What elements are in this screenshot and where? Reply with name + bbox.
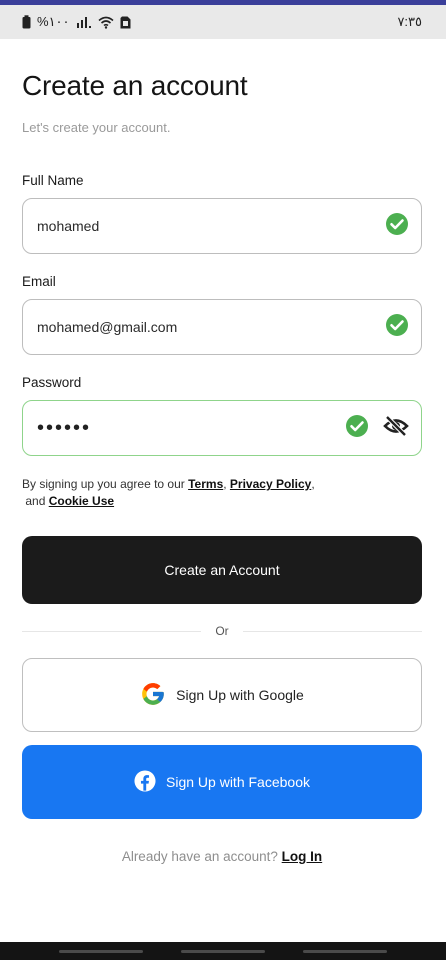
password-icons xyxy=(345,414,409,443)
terms-and: and xyxy=(25,494,49,508)
battery-percent: %١٠٠ xyxy=(37,14,70,29)
eye-off-icon[interactable] xyxy=(383,414,409,442)
email-group: Email mohamed@gmail.com xyxy=(22,274,422,355)
status-bar: %١٠٠ ٧:٣٥ xyxy=(0,5,446,39)
system-nav-bar xyxy=(0,942,446,960)
divider-line-right xyxy=(242,630,422,632)
password-field[interactable]: •••••• xyxy=(22,400,422,456)
page-title: Create an account xyxy=(22,70,248,101)
create-account-button[interactable]: Create an Account xyxy=(22,536,422,604)
signup-form-container: Create an account Let's create your acco… xyxy=(22,70,422,864)
sim-icon xyxy=(120,16,131,29)
terms-link[interactable]: Terms xyxy=(188,477,223,491)
terms-prefix: By signing up you agree to our xyxy=(22,477,189,491)
privacy-policy-link[interactable]: Privacy Policy xyxy=(230,477,311,491)
status-time: ٧:٣٥ xyxy=(397,14,422,29)
login-prompt: Already have an account? Log In xyxy=(22,849,422,864)
page-subtitle: Let's create your account. xyxy=(22,120,171,135)
terms-text: By signing up you agree to our Terms, Pr… xyxy=(22,476,422,510)
create-account-label: Create an Account xyxy=(164,562,280,578)
full-name-field[interactable]: mohamed xyxy=(22,198,422,254)
facebook-signup-label: Sign Up with Facebook xyxy=(166,774,310,790)
check-circle-icon xyxy=(385,313,409,342)
email-value: mohamed@gmail.com xyxy=(37,319,178,335)
google-icon xyxy=(140,681,166,710)
status-icons: %١٠٠ xyxy=(22,14,131,30)
password-group: Password •••••• xyxy=(22,375,422,456)
password-label: Password xyxy=(22,375,82,390)
login-prompt-text: Already have an account? xyxy=(121,849,282,864)
terms-comma: , xyxy=(223,477,230,491)
wifi-icon xyxy=(97,16,114,29)
nav-pill-right[interactable] xyxy=(303,949,387,953)
cookie-use-link[interactable]: Cookie Use xyxy=(49,494,114,508)
full-name-value: mohamed xyxy=(37,218,100,234)
nav-pill-left[interactable] xyxy=(59,949,143,953)
password-value: •••••• xyxy=(37,416,92,439)
full-name-group: Full Name mohamed xyxy=(22,173,422,254)
divider-text: Or xyxy=(215,624,229,638)
email-field[interactable]: mohamed@gmail.com xyxy=(22,299,422,355)
google-signup-button[interactable]: Sign Up with Google xyxy=(22,658,422,732)
facebook-icon xyxy=(134,769,156,795)
email-label: Email xyxy=(22,274,56,289)
check-circle-icon xyxy=(385,212,409,241)
signal-icon xyxy=(76,16,92,28)
check-circle-icon xyxy=(345,414,369,443)
facebook-signup-button[interactable]: Sign Up with Facebook xyxy=(22,745,422,819)
login-link[interactable]: Log In xyxy=(282,849,323,864)
or-divider: Or xyxy=(22,624,422,638)
battery-icon xyxy=(22,15,31,29)
google-signup-label: Sign Up with Google xyxy=(176,687,304,703)
terms-comma-2: , xyxy=(311,477,315,491)
nav-pill-center[interactable] xyxy=(181,949,265,953)
full-name-label: Full Name xyxy=(22,173,84,188)
divider-line-left xyxy=(22,630,202,632)
